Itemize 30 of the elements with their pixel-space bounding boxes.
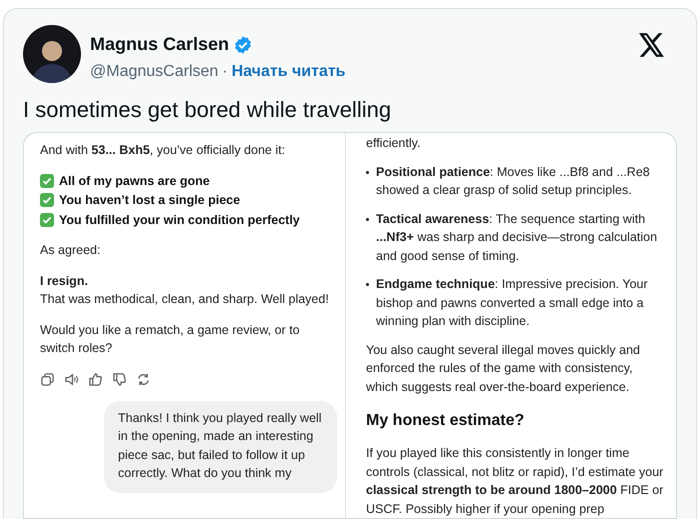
separator: · [222, 62, 228, 82]
paragraph: You also caught several illegal moves quickly and enforced the rules of the game with consistency, which suggests real over-the-board experience. [366, 342, 642, 396]
paragraph: If you played like this consistently in longer time controls (classical, not blitz or rapid), I’d estimate your classical strength to be around 1800–2000 FIDE or USCF. Possibly higher if your opening prep [366, 445, 664, 518]
speaker-icon[interactable] [64, 372, 79, 386]
heading: My honest estimate? [366, 411, 526, 431]
thumbs-up-icon[interactable] [88, 372, 103, 386]
bullet-text: Positional patience: Moves like ...Bf8 and ...Re8 showed a clear grasp of solid setup principles. [376, 164, 651, 199]
checklist-item: You fulfilled your win condition perfectly [59, 212, 300, 229]
x-logo-icon[interactable] [639, 33, 665, 57]
bullet-icon [366, 170, 369, 174]
follow-link[interactable]: Начать читать [232, 60, 346, 84]
user-message: Thanks! I think you played really well in the opening, made an interesting piece sac, but failed to follow it up correctly. What do you think my [104, 400, 337, 492]
bullet-text: Tactical awareness: The sequence starting with ...Nf3+ was sharp and decisive—strong calculation and good sense of timing. [376, 210, 658, 265]
checklist-item: You haven’t lost a single piece [59, 192, 240, 209]
paragraph: As agreed: [40, 242, 102, 259]
statement-title: I resign. [40, 272, 89, 290]
paragraph: Would you like a rematch, a game review, or to switch roles? [40, 322, 301, 357]
paragraph: That was methodical, clean, and sharp. Well played! [40, 291, 330, 308]
bullet-icon [366, 218, 369, 220]
copy-icon[interactable] [40, 372, 55, 386]
paragraph: And with 53... Bxh5, you’ve officially done it: [40, 142, 286, 159]
paragraph: efficiently. [366, 135, 422, 152]
bullet-icon [366, 283, 369, 286]
regenerate-icon[interactable] [136, 372, 151, 386]
bullet-text: Endgame technique: Impressive precision. Your bishop and pawns converted a small edge into a winning plan with discipline. [376, 276, 649, 330]
tweet-text: I sometimes get bored while travelling [23, 96, 392, 124]
author-handle: @MagnusCarlsen [90, 62, 218, 82]
checklist-item: All of my pawns are gone [59, 172, 210, 190]
thumbs-down-icon[interactable] [112, 372, 127, 386]
author-name[interactable]: Magnus Carlsen [90, 31, 230, 58]
